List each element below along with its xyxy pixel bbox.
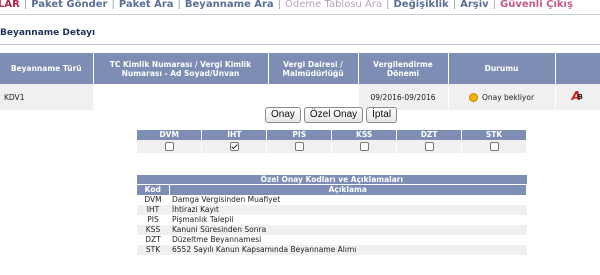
check-cell [331,140,398,153]
header-declaration-type: Beyanname Türü [0,53,94,84]
nav-separator: | [492,0,497,10]
nav-item-1[interactable]: Paket Gönder [31,0,107,10]
description-cell: 6552 Sayılı Kanun Kapsamında Beyanname A… [169,245,527,255]
table-row: KSS Kanuni Süresinden Sonra [137,225,527,235]
status-cell: Onay bekliyor [448,84,556,110]
description-cell: Pişmanlık Talepli [169,215,527,225]
special-approve-button[interactable]: Özel Onay [303,107,364,123]
nav-divider [0,14,600,15]
check-cell [396,140,463,153]
table-row: DZT Düzeltme Beyannamesi [137,235,527,245]
nav-item-7[interactable]: Güvenli Çıkış [500,0,573,10]
nav-separator: | [177,0,181,10]
nav-separator: | [277,0,282,10]
header-document [555,53,600,84]
description-cell: Damga Vergisinden Muafiyet [169,195,527,205]
declaration-type-cell: KDV1 [0,84,94,110]
pdf-icon[interactable]: AB [572,89,584,103]
tc-vkn-cell [93,84,269,110]
code-cell: IHT [137,205,169,215]
check-cell [461,140,527,153]
code-cell: KSS [137,225,169,235]
yellow-dot-icon [468,92,478,102]
code-cell: DZT [137,235,169,245]
description-cell: Kanuni Süresinden Sonra [169,225,527,235]
table-row: IHT İhtirazi Kayıt [137,205,527,215]
checkbox-stk[interactable] [489,142,499,152]
check-cell [137,140,203,153]
description-cell: İhtirazi Kayıt [169,205,527,215]
header-status: Durumu [448,53,556,84]
checkbox-dvm[interactable] [164,142,174,152]
check-header-pis: PIS [266,130,333,140]
header-tc-vkn: TC Kimlik Numarası / Vergi Kimlik Numara… [93,53,269,84]
checkbox-pis[interactable] [294,142,304,152]
check-header-kss: KSS [331,130,398,140]
table-row: STK 6552 Sayılı Kanun Kapsamında Beyannam… [137,245,527,255]
check-cell [201,140,268,153]
codes-table: Özel Onay Kodları ve Açıklamaları Kod Aç… [137,175,527,255]
code-cell: PIS [137,215,169,225]
nav-item-0[interactable]: LAR [0,0,20,10]
checkbox-dzt[interactable] [424,142,434,152]
approval-checks-table: DVM IHT PIS KSS DZT STK [137,130,527,153]
top-nav: LAR | Paket Gönder | Paket Ara | Beyanname Ara… [0,0,600,13]
header-description: Açıklama [169,184,527,195]
status-text: Onay bekliyor [481,92,535,102]
check-header-stk: STK [461,130,527,140]
nav-separator: | [111,0,115,10]
header-tax-period: Vergilendirme Dönemi [358,53,449,84]
table-row: PIS Pişmanlık Talepli [137,215,527,225]
check-header-dzt: DZT [396,130,463,140]
check-header-dvm: DVM [137,130,203,140]
checkbox-iht[interactable] [229,142,239,152]
nav-separator: | [386,0,390,10]
header-code: Kod [137,184,170,195]
table-row: DVM Damga Vergisinden Muafiyet [137,195,527,205]
nav-item-4[interactable]: Ödeme Tablosu Ara [285,0,382,10]
approve-button[interactable]: Onay [265,107,301,123]
panel-title: Beyanname Detayı [0,28,96,38]
nav-item-5[interactable]: Değişiklik [394,0,449,10]
codes-table-title: Özel Onay Kodları ve Açıklamaları [137,175,527,185]
nav-item-6[interactable]: Arşiv [460,0,489,10]
checkbox-kss[interactable] [359,142,369,152]
code-cell: DVM [137,195,169,205]
check-header-iht: IHT [201,130,268,140]
cancel-button[interactable]: İptal [366,107,398,123]
nav-item-3[interactable]: Beyanname Ara [185,0,274,10]
action-buttons: Onay Özel Onay İptal [265,107,398,123]
nav-separator: | [23,0,28,10]
check-cell [266,140,333,153]
nav-separator: | [452,0,457,10]
document-cell: AB [555,84,600,110]
header-tax-office: Vergi Dairesi / Malmüdürlüğü [268,53,359,84]
nav-item-2[interactable]: Paket Ara [119,0,174,10]
panel-divider [0,44,600,45]
code-cell: STK [137,245,169,255]
declaration-table: Beyanname Türü TC Kimlik Numarası / Verg… [0,53,600,110]
description-cell: Düzeltme Beyannamesi [169,235,527,245]
